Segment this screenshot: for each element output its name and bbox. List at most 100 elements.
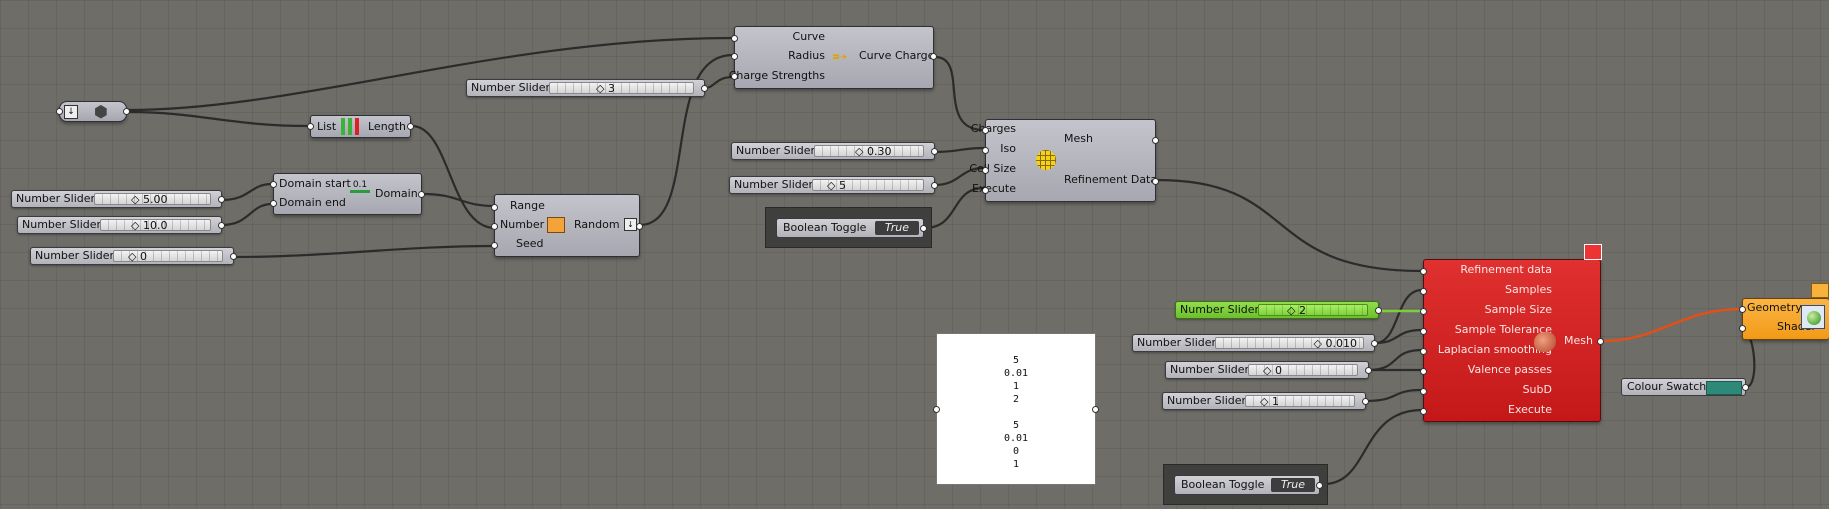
boolean-toggle-mesh[interactable]: Boolean Toggle True xyxy=(776,218,927,238)
refinement-data-input-port[interactable] xyxy=(1420,268,1427,275)
number-slider-charge[interactable]: Number Slider ◇ 3 xyxy=(466,79,708,97)
refinement-data-output-port[interactable] xyxy=(1152,178,1159,185)
domain-component[interactable]: Domain start Domain end 0.1 Domain xyxy=(270,173,425,215)
samples-input-label: Samples xyxy=(1505,283,1552,296)
slider-output-port[interactable] xyxy=(701,85,708,92)
execute-input-port[interactable] xyxy=(1420,408,1427,415)
slider-track[interactable]: ◇ 3 xyxy=(549,82,694,95)
slider-output-port[interactable] xyxy=(931,182,938,189)
charge-strengths-input-port[interactable] xyxy=(731,73,738,80)
subd-input-port[interactable] xyxy=(1420,388,1427,395)
toggle-output-port[interactable] xyxy=(1316,482,1323,489)
mesh-component[interactable]: Charges Iso Cell Size Execute Mesh Refin… xyxy=(969,119,1159,202)
slider-output-port[interactable] xyxy=(1371,340,1378,347)
range-input-port[interactable] xyxy=(491,204,498,211)
geometry-output-port[interactable] xyxy=(123,108,130,115)
domain-output-port[interactable] xyxy=(418,191,425,198)
curve-charge-output-port[interactable] xyxy=(930,53,937,60)
radius-input-port[interactable] xyxy=(731,53,738,60)
random-output-port[interactable] xyxy=(636,223,643,230)
charges-input-port[interactable] xyxy=(982,127,989,134)
colour-swatch[interactable]: Colour Swatch xyxy=(1621,378,1749,396)
panel-input-port[interactable] xyxy=(933,406,940,413)
sample-size-input-port[interactable] xyxy=(1420,308,1427,315)
custom-preview-component[interactable]: Geometry Shader xyxy=(1739,283,1829,340)
refinement-component[interactable]: Refinement data Samples Sample Size Samp… xyxy=(1420,244,1604,422)
random-flatten-icon[interactable]: ↓ xyxy=(624,218,637,231)
slider-track[interactable]: ◇ 10.0 xyxy=(100,219,211,232)
number-slider-subd[interactable]: Number Slider ◇ 1 xyxy=(1162,392,1369,410)
seed-input-port[interactable] xyxy=(491,242,498,249)
length-output-label: Length xyxy=(368,120,406,133)
slider-output-port[interactable] xyxy=(230,253,237,260)
down-arrow-icon[interactable]: ↓ xyxy=(64,105,78,119)
list-length-component[interactable]: List Length xyxy=(307,115,414,138)
colour-swatch-chip[interactable] xyxy=(1706,381,1742,395)
slider-track[interactable]: ◇ 1 xyxy=(1245,395,1355,408)
domain-start-input-port[interactable] xyxy=(270,181,277,188)
geometry-input-port[interactable] xyxy=(56,108,63,115)
subd-input-label: SubD xyxy=(1522,383,1552,396)
toggle-state[interactable]: True xyxy=(875,221,919,235)
samples-input-port[interactable] xyxy=(1420,288,1427,295)
number-slider-iso[interactable]: Number Slider ◇ 0.30 xyxy=(731,142,938,160)
panel-output-port[interactable] xyxy=(1092,406,1099,413)
number-slider-seed[interactable]: Number Slider ◇ 0 xyxy=(30,247,237,265)
geometry-param[interactable]: ↓ ⬢ xyxy=(56,101,130,122)
number-slider-smoothing[interactable]: Number Slider ◇ 0 xyxy=(1165,361,1372,379)
cell-size-input-port[interactable] xyxy=(982,167,989,174)
slider-output-port[interactable] xyxy=(1375,307,1382,314)
slider-track[interactable]: ◇ 0 xyxy=(113,250,223,263)
list-input-port[interactable] xyxy=(307,123,314,130)
sample-tolerance-input-port[interactable] xyxy=(1420,328,1427,335)
slider-output-port[interactable] xyxy=(1362,398,1369,405)
slider-track[interactable]: ◇ 0 xyxy=(1248,364,1358,377)
slider-track[interactable]: ◇ 0.30 xyxy=(814,145,924,158)
panel-line: 5 xyxy=(1012,355,1020,366)
toggle-output-port[interactable] xyxy=(920,225,927,232)
slider-output-port[interactable] xyxy=(218,196,225,203)
wire-domain-to-range xyxy=(422,192,496,208)
number-input-port[interactable] xyxy=(491,223,498,230)
slider-output-port[interactable] xyxy=(931,148,938,155)
wire-slider-domain-end xyxy=(221,202,273,227)
laplacian-smoothing-input-port[interactable] xyxy=(1420,348,1427,355)
slider-track[interactable]: ◇ 0.010 xyxy=(1215,337,1364,350)
slider-value: ◇ 0.010 xyxy=(1313,337,1357,350)
mesh-output-port[interactable] xyxy=(1152,137,1159,144)
execute-input-port[interactable] xyxy=(982,187,989,194)
mesh-output-label: Mesh xyxy=(1064,132,1093,145)
slider-output-port[interactable] xyxy=(218,222,225,229)
boolean-toggle-refine[interactable]: Boolean Toggle True xyxy=(1174,475,1323,495)
curve-charge-component[interactable]: Curve Radius Charge Strengths ➵ Curve Ch… xyxy=(729,26,937,89)
valence-passes-input-label: Valence passes xyxy=(1467,363,1552,376)
panel-line: 1 xyxy=(1012,381,1020,392)
message-balloon-icon[interactable] xyxy=(1811,283,1829,298)
number-slider-domain-end[interactable]: Number Slider ◇ 10.0 xyxy=(17,216,225,234)
toggle-state[interactable]: True xyxy=(1271,478,1315,492)
slider-track[interactable]: ◇ 5.00 xyxy=(94,193,211,206)
slider-track[interactable]: ◇ 5 xyxy=(812,179,924,192)
mesh-output-port[interactable] xyxy=(1597,338,1604,345)
wire-slider-subd xyxy=(1365,388,1423,403)
domain-end-input-port[interactable] xyxy=(270,200,277,207)
number-slider-cellsize[interactable]: Number Slider ◇ 5 xyxy=(729,176,938,194)
colour-swatch-output-port[interactable] xyxy=(1742,384,1749,391)
length-output-port[interactable] xyxy=(407,123,414,130)
slider-output-port[interactable] xyxy=(1365,367,1372,374)
valence-passes-input-port[interactable] xyxy=(1420,368,1427,375)
slider-value: ◇ 10.0 xyxy=(131,219,168,232)
random-component[interactable]: Range Number Seed Random ↓ xyxy=(491,194,643,257)
seed-input-label: Seed xyxy=(516,237,544,250)
number-slider-tolerance[interactable]: Number Slider ◇ 0.010 xyxy=(1132,334,1378,352)
geometry-input-port[interactable] xyxy=(1739,306,1746,313)
number-slider-samples[interactable]: Number Slider ◇ 2 xyxy=(1175,301,1382,319)
warning-flag-icon[interactable] xyxy=(1584,244,1602,260)
text-panel[interactable]: 5 0.01 1 2 5 0.01 0 1 xyxy=(933,333,1099,485)
number-slider-domain-start[interactable]: Number Slider ◇ 5.00 xyxy=(11,190,225,208)
shader-input-port[interactable] xyxy=(1739,325,1746,332)
wire-iso xyxy=(934,146,985,154)
curve-input-port[interactable] xyxy=(731,35,738,42)
iso-input-port[interactable] xyxy=(982,147,989,154)
slider-track[interactable]: ◇ 2 xyxy=(1258,304,1368,317)
